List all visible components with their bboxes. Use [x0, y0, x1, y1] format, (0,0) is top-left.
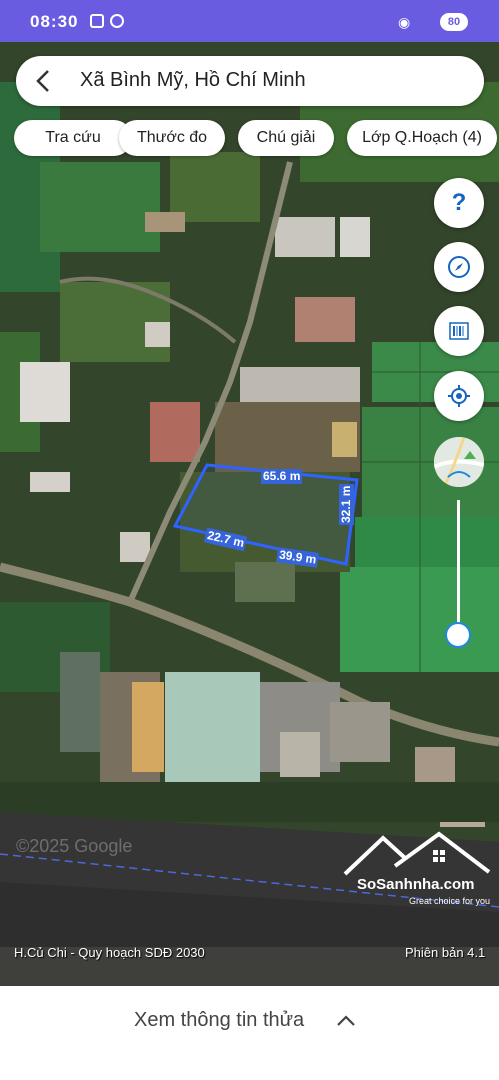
house-logo-icon: [343, 831, 491, 876]
wifi-icon: ◉: [398, 14, 411, 30]
map-layer-caption: H.Củ Chi - Quy hoạch SDĐ 2030: [14, 945, 205, 960]
app-version: Phiên bản 4.1: [405, 945, 486, 960]
chip-thuoc-do[interactable]: Thước đo: [119, 120, 225, 156]
measure-top-label: 65.6 m: [261, 469, 303, 484]
opacity-slider-track[interactable]: [457, 500, 460, 630]
my-location-icon: [448, 385, 470, 407]
notification-icon: [90, 14, 104, 28]
opacity-slider-thumb[interactable]: [445, 622, 471, 648]
compass-icon: [448, 256, 470, 278]
location-title[interactable]: Xã Bình Mỹ, Hồ Chí Minh: [80, 69, 306, 92]
chip-chu-giai[interactable]: Chú giải: [238, 120, 334, 156]
map-layer-button[interactable]: [434, 437, 484, 487]
watermark-brand: SoSanhnha.com: [357, 876, 475, 893]
measure-right-label: 32.1 m: [339, 483, 354, 525]
compass-button[interactable]: [434, 242, 484, 292]
barcode-button[interactable]: [434, 306, 484, 356]
status-time: 08:30: [30, 12, 79, 31]
my-location-button[interactable]: [434, 371, 484, 421]
battery-icon: 80: [440, 13, 468, 31]
google-copyright: ©2025 Google: [16, 836, 133, 856]
chip-lop-quy-hoach[interactable]: Lớp Q.Hoạch (4): [347, 120, 497, 156]
chevron-up-icon[interactable]: [335, 1010, 357, 1032]
status-bar: 08:30 ◉ 80: [0, 0, 499, 42]
back-arrow-icon[interactable]: [30, 67, 58, 95]
parcel-info-panel[interactable]: Xem thông tin thửa: [0, 986, 499, 1080]
help-button[interactable]: ?: [434, 178, 484, 228]
barcode-icon: [449, 322, 469, 340]
search-bar[interactable]: Xã Bình Mỹ, Hồ Chí Minh: [16, 56, 484, 106]
map-layer-icon: [434, 437, 484, 487]
watermark-slogan: Great choice for you: [409, 896, 491, 906]
chip-tra-cuu[interactable]: Tra cứu: [14, 120, 132, 156]
sosanhnha-watermark: SoSanhnha.com Great choice for you: [343, 830, 491, 910]
parcel-info-label[interactable]: Xem thông tin thửa: [134, 1009, 304, 1032]
app-icon: [110, 14, 124, 28]
help-icon: ?: [451, 189, 467, 216]
